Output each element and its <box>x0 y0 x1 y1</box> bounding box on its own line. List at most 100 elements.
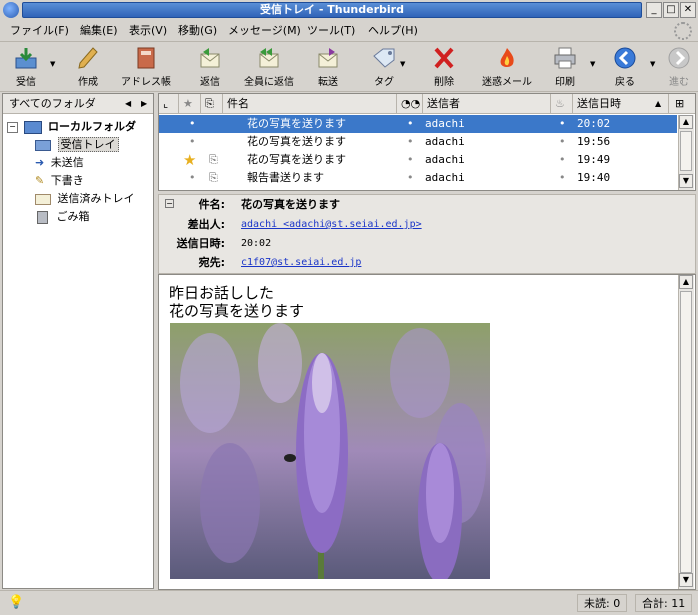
folder-pane: すべてのフォルダ ◀ ▶ − ローカルフォルダ 受信トレイ ➜ 未送信 ✎ 下書… <box>2 93 154 589</box>
menu-help[interactable]: ヘルプ(H) <box>366 23 420 39</box>
tag-button[interactable]: タグ <box>368 46 400 90</box>
column-sender[interactable]: 送信者 <box>423 94 551 114</box>
minimize-button[interactable]: _ <box>646 2 662 18</box>
folder-drafts[interactable]: ✎ 下書き <box>3 172 153 190</box>
print-button[interactable]: 印刷 <box>548 46 582 90</box>
message-body-pane: 昨日お話しした 花の写真を送ります ▲ ▼ <box>158 274 696 590</box>
forward-arrow-icon <box>668 47 690 69</box>
junk-dot-icon: • <box>559 153 566 166</box>
scroll-thumb[interactable] <box>680 291 692 573</box>
unsent-arrow-icon: ➜ <box>35 156 45 169</box>
menu-file[interactable]: ファイル(F) <box>8 23 71 39</box>
title-bar: 受信トレイ - Thunderbird _ □ ✕ <box>0 0 698 20</box>
back-arrow-icon <box>614 47 636 69</box>
menu-edit[interactable]: 編集(E) <box>78 23 120 39</box>
menu-message[interactable]: メッセージ(M) <box>226 23 303 39</box>
flower-photo <box>170 323 490 579</box>
message-subject: 花の写真を送ります <box>241 198 340 211</box>
thread-scrollbar[interactable]: ▲ ▼ <box>678 115 694 190</box>
folder-sent[interactable]: 送信済みトレイ <box>3 190 153 208</box>
pencil-icon <box>78 47 98 69</box>
scroll-thumb[interactable] <box>680 131 692 171</box>
back-button[interactable]: 戻る <box>608 46 642 90</box>
forward-button[interactable]: 転送 <box>310 46 346 90</box>
folder-inbox[interactable]: 受信トレイ <box>3 136 153 154</box>
message-header-pane: − 件名: 花の写真を送ります 差出人: adachi <adachi@st.s… <box>158 194 696 274</box>
column-picker-icon[interactable]: ⊞ <box>671 94 695 114</box>
junk-dot-icon: • <box>559 135 566 148</box>
write-button[interactable]: 作成 <box>68 46 108 90</box>
read-dot-icon: • <box>407 171 414 184</box>
folder-local[interactable]: − ローカルフォルダ <box>3 118 153 136</box>
read-dot-icon: • <box>407 153 414 166</box>
junk-column-icon[interactable]: ♨ <box>551 94 573 114</box>
throbber-icon <box>674 22 692 40</box>
address-book-button[interactable]: アドレス帳 <box>118 46 174 90</box>
forward-nav-button[interactable]: 進む <box>664 46 694 90</box>
collapse-toggle-icon[interactable]: − <box>7 121 18 133</box>
close-button[interactable]: ✕ <box>680 2 696 18</box>
read-dot-icon: • <box>189 135 196 148</box>
delete-button[interactable]: 削除 <box>428 46 460 90</box>
main-toolbar: 受信 ▼ 作成 アドレス帳 返信 全員に返信 転送 タグ ▼ 削除 迷惑メール … <box>0 42 698 92</box>
inbox-icon <box>35 139 51 151</box>
read-column-icon[interactable]: ◔◔ <box>397 94 423 114</box>
body-line: 花の写真を送ります <box>169 302 305 320</box>
reply-all-button[interactable]: 全員に返信 <box>240 46 298 90</box>
star-icon[interactable]: ★ <box>183 151 196 169</box>
print-dropdown[interactable]: ▼ <box>590 60 598 68</box>
table-row[interactable]: • 花の写真を送ります • adachi • 19:56 <box>159 133 677 151</box>
delete-x-icon <box>434 47 454 69</box>
sort-ascending-icon: ▲ <box>655 99 662 108</box>
star-column-icon[interactable]: ★ <box>179 94 201 114</box>
drafts-pencil-icon: ✎ <box>35 174 45 187</box>
folder-tree: − ローカルフォルダ 受信トレイ ➜ 未送信 ✎ 下書き 送信済みトレイ ごみ箱 <box>3 118 153 226</box>
trash-icon <box>37 210 48 224</box>
window-title: 受信トレイ - Thunderbird <box>22 2 642 18</box>
unread-count: 未読: 0 <box>577 594 628 612</box>
tag-dropdown[interactable]: ▼ <box>400 60 408 68</box>
scroll-up-icon[interactable]: ▲ <box>679 115 693 129</box>
folder-view-prev-icon[interactable]: ◀ <box>125 94 131 114</box>
folder-view-next-icon[interactable]: ▶ <box>141 94 147 114</box>
column-subject[interactable]: 件名 <box>223 94 397 114</box>
junk-button[interactable]: 迷惑メール <box>478 46 536 90</box>
get-mail-dropdown[interactable]: ▼ <box>50 60 58 68</box>
table-row[interactable]: ★ ⎘ 花の写真を送ります • adachi • 19:49 <box>159 151 677 169</box>
scroll-down-icon[interactable]: ▼ <box>679 573 693 587</box>
message-date: 20:02 <box>241 238 272 249</box>
menu-go[interactable]: 移動(G) <box>176 23 219 39</box>
reply-all-icon <box>259 48 279 68</box>
total-count: 合計: 11 <box>635 594 693 612</box>
folder-trash[interactable]: ごみ箱 <box>3 208 153 226</box>
body-scrollbar[interactable]: ▲ ▼ <box>678 275 694 589</box>
thunderbird-logo-icon[interactable] <box>3 2 19 18</box>
maximize-button[interactable]: □ <box>663 2 679 18</box>
menu-tools[interactable]: ツール(T) <box>305 23 357 39</box>
status-bar: 💡 未読: 0 合計: 11 <box>0 590 698 615</box>
scroll-down-icon[interactable]: ▼ <box>679 174 693 188</box>
address-book-icon <box>137 47 155 69</box>
thread-column-header: ⌞ ★ ⎘ 件名 ◔◔ 送信者 ♨ 送信日時 ▲ ⊞ <box>159 94 695 114</box>
menu-view[interactable]: 表示(V) <box>127 23 169 39</box>
table-row[interactable]: • 花の写真を送ります • adachi • 20:02 <box>159 115 677 133</box>
get-mail-icon <box>15 48 37 69</box>
thread-column-icon[interactable]: ⌞ <box>159 94 179 114</box>
recipient-link[interactable]: c1f07@st.seiai.ed.jp <box>241 254 361 272</box>
folder-view-label: すべてのフォルダ <box>9 97 96 110</box>
back-dropdown[interactable]: ▼ <box>650 60 658 68</box>
reply-button[interactable]: 返信 <box>192 46 228 90</box>
read-dot-icon: • <box>407 117 414 130</box>
attachment-clip-icon: ⎘ <box>209 153 218 166</box>
read-dot-icon: • <box>407 135 414 148</box>
attachment-column-icon[interactable]: ⎘ <box>201 94 223 114</box>
folder-unsent[interactable]: ➜ 未送信 <box>3 154 153 172</box>
folder-pane-header: すべてのフォルダ ◀ ▶ <box>3 94 153 114</box>
attachment-clip-icon: ⎘ <box>209 171 218 184</box>
read-dot-icon: • <box>189 171 196 184</box>
get-mail-button[interactable]: 受信 <box>6 46 46 90</box>
scroll-up-icon[interactable]: ▲ <box>679 275 693 289</box>
sender-link[interactable]: adachi <adachi@st.seiai.ed.jp> <box>241 216 422 234</box>
junk-dot-icon: • <box>559 171 566 184</box>
table-row[interactable]: • ⎘ 報告書送ります • adachi • 19:40 <box>159 169 677 187</box>
